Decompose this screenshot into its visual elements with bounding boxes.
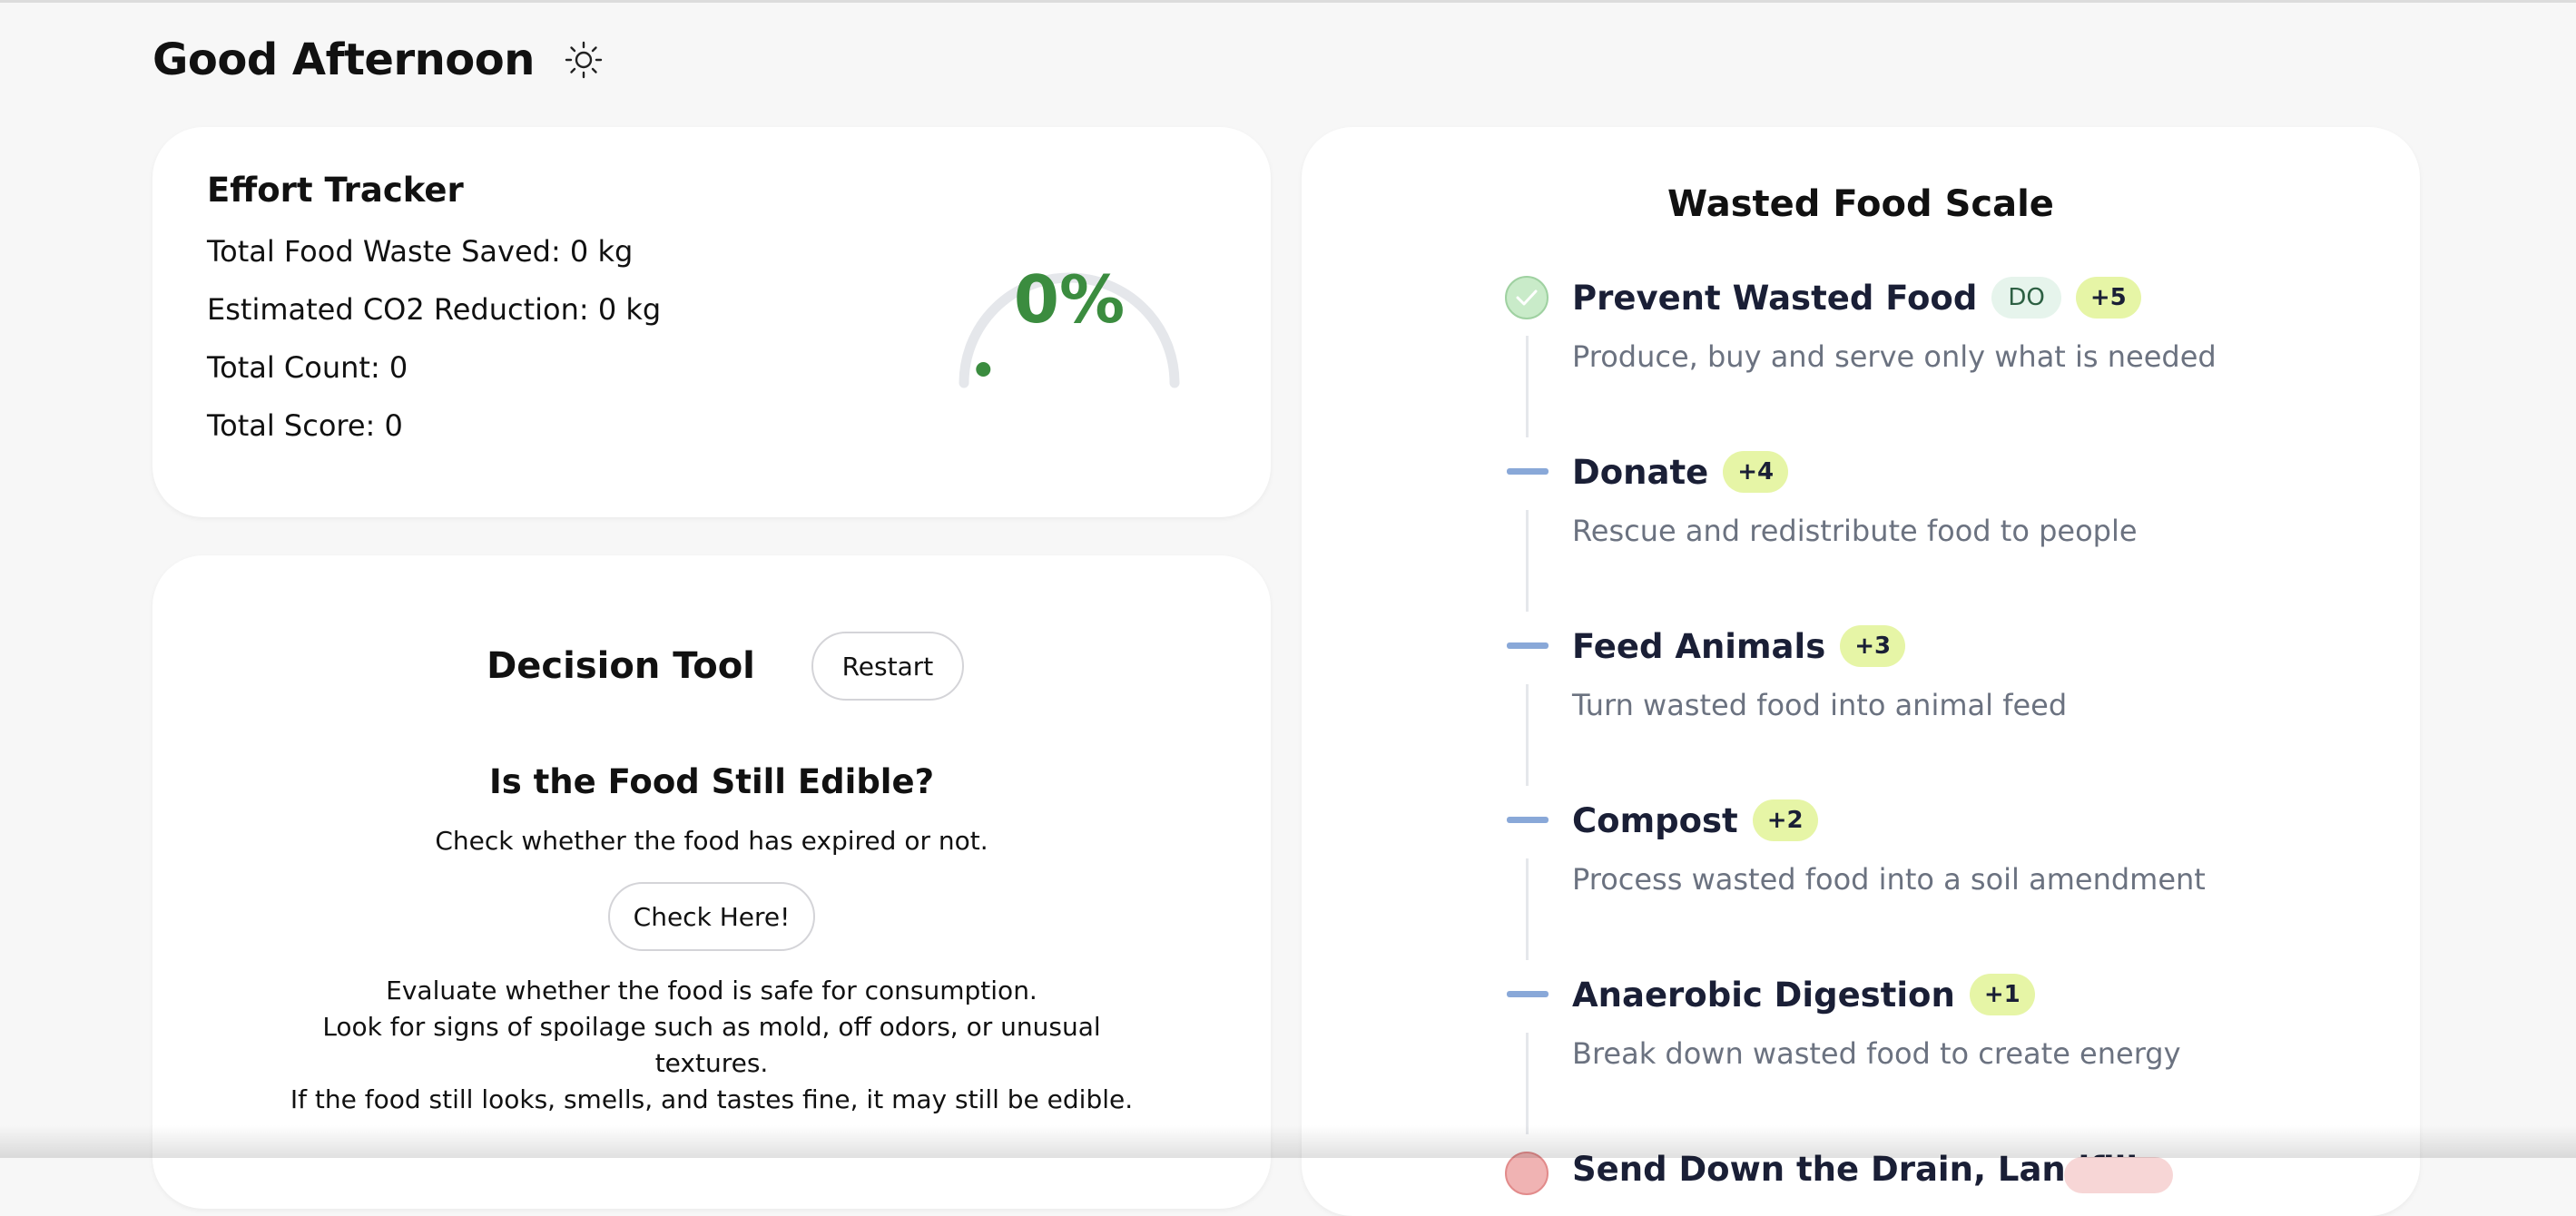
scale-item-name: Feed Animals	[1572, 626, 1826, 666]
scale-item-header: Feed Animals +3	[1572, 621, 1906, 672]
scale-item-description: Produce, buy and serve only what is need…	[1572, 339, 2217, 374]
points-badge: +2	[1752, 799, 1818, 841]
evaluation-line: If the food still looks, smells, and tas…	[290, 1084, 1134, 1114]
sun-icon[interactable]	[564, 40, 604, 80]
total-score: Total Score: 0	[207, 408, 403, 443]
scale-item-name: Prevent Wasted Food	[1572, 278, 1978, 318]
top-border	[0, 0, 2576, 3]
scale-item-description: Break down wasted food to create energy	[1572, 1036, 2181, 1071]
scale-item-header: Prevent Wasted Food DO +5	[1572, 272, 2141, 323]
evaluation-text: Evaluate whether the food is safe for co…	[289, 973, 1135, 1118]
co2-reduction: Estimated CO2 Reduction: 0 kg	[207, 292, 662, 327]
scale-item-header: Donate +4	[1572, 446, 1789, 497]
wasted-food-scale-title: Wasted Food Scale	[1667, 183, 2054, 225]
dont-badge	[2064, 1157, 2173, 1193]
bottom-fade	[0, 1125, 2576, 1158]
scale-item-description: Turn wasted food into animal feed	[1572, 688, 2068, 722]
effort-tracker-card: Effort Tracker Total Food Waste Saved: 0…	[152, 127, 1271, 517]
do-badge: DO	[1991, 277, 2061, 319]
points-badge: +3	[1840, 625, 1906, 667]
scale-item-description: Rescue and redistribute food to people	[1572, 514, 2138, 548]
question-title: Is the Food Still Edible?	[488, 762, 935, 801]
dash-icon	[1507, 642, 1549, 649]
decision-tool-title: Decision Tool	[487, 645, 755, 687]
timeline-line	[1526, 510, 1529, 612]
timeline-line	[1526, 1033, 1529, 1134]
dash-icon	[1507, 991, 1549, 997]
scale-item[interactable]: Compost +2 Process wasted food into a so…	[1302, 788, 2420, 962]
scale-item[interactable]: Prevent Wasted Food DO +5 Produce, buy a…	[1302, 265, 2420, 439]
greeting-title: Good Afternoon	[152, 34, 535, 85]
timeline-line	[1526, 858, 1529, 960]
dash-icon	[1507, 817, 1549, 823]
scale-item-header: Anaerobic Digestion +1	[1572, 969, 2035, 1020]
check-circle-icon	[1505, 276, 1549, 319]
scale-item-name: Anaerobic Digestion	[1572, 975, 1955, 1015]
total-count: Total Count: 0	[207, 350, 408, 385]
points-badge: +1	[1969, 974, 2035, 1015]
dash-icon	[1507, 468, 1549, 475]
gauge-start-dot	[976, 362, 991, 377]
progress-percent: 0%	[1013, 261, 1126, 338]
restart-button[interactable]: Restart	[811, 632, 964, 701]
timeline-line	[1526, 336, 1529, 437]
scale-item[interactable]: Anaerobic Digestion +1 Break down wasted…	[1302, 962, 2420, 1136]
food-waste-saved: Total Food Waste Saved: 0 kg	[207, 234, 634, 269]
wasted-food-scale-card: Wasted Food Scale Prevent Wasted Food DO…	[1302, 127, 2420, 1216]
points-badge: +4	[1723, 451, 1789, 493]
points-badge: +5	[2075, 277, 2141, 319]
decision-tool-card: Decision Tool Restart Is the Food Still …	[152, 555, 1271, 1209]
effort-tracker-title: Effort Tracker	[207, 171, 464, 210]
timeline-line	[1526, 684, 1529, 786]
scale-item-header: Compost +2	[1572, 795, 1818, 846]
check-here-button[interactable]: Check Here!	[608, 882, 815, 951]
greeting-header: Good Afternoon	[152, 27, 604, 93]
scale-item-description: Process wasted food into a soil amendmen…	[1572, 862, 2206, 897]
evaluation-line: Evaluate whether the food is safe for co…	[386, 976, 1037, 1005]
scale-item[interactable]: Donate +4 Rescue and redistribute food t…	[1302, 439, 2420, 613]
scale-item-name: Donate	[1572, 452, 1709, 492]
scale-item[interactable]: Feed Animals +3 Turn wasted food into an…	[1302, 613, 2420, 788]
scale-item-name: Compost	[1572, 800, 1738, 840]
question-subtitle: Check whether the food has expired or no…	[435, 826, 988, 856]
decision-tool-header: Decision Tool Restart	[152, 632, 1271, 701]
x-circle-icon	[1505, 1152, 1549, 1195]
check-wrapper: Check Here!	[152, 882, 1271, 951]
evaluation-line: Look for signs of spoilage such as mold,…	[322, 1012, 1101, 1078]
